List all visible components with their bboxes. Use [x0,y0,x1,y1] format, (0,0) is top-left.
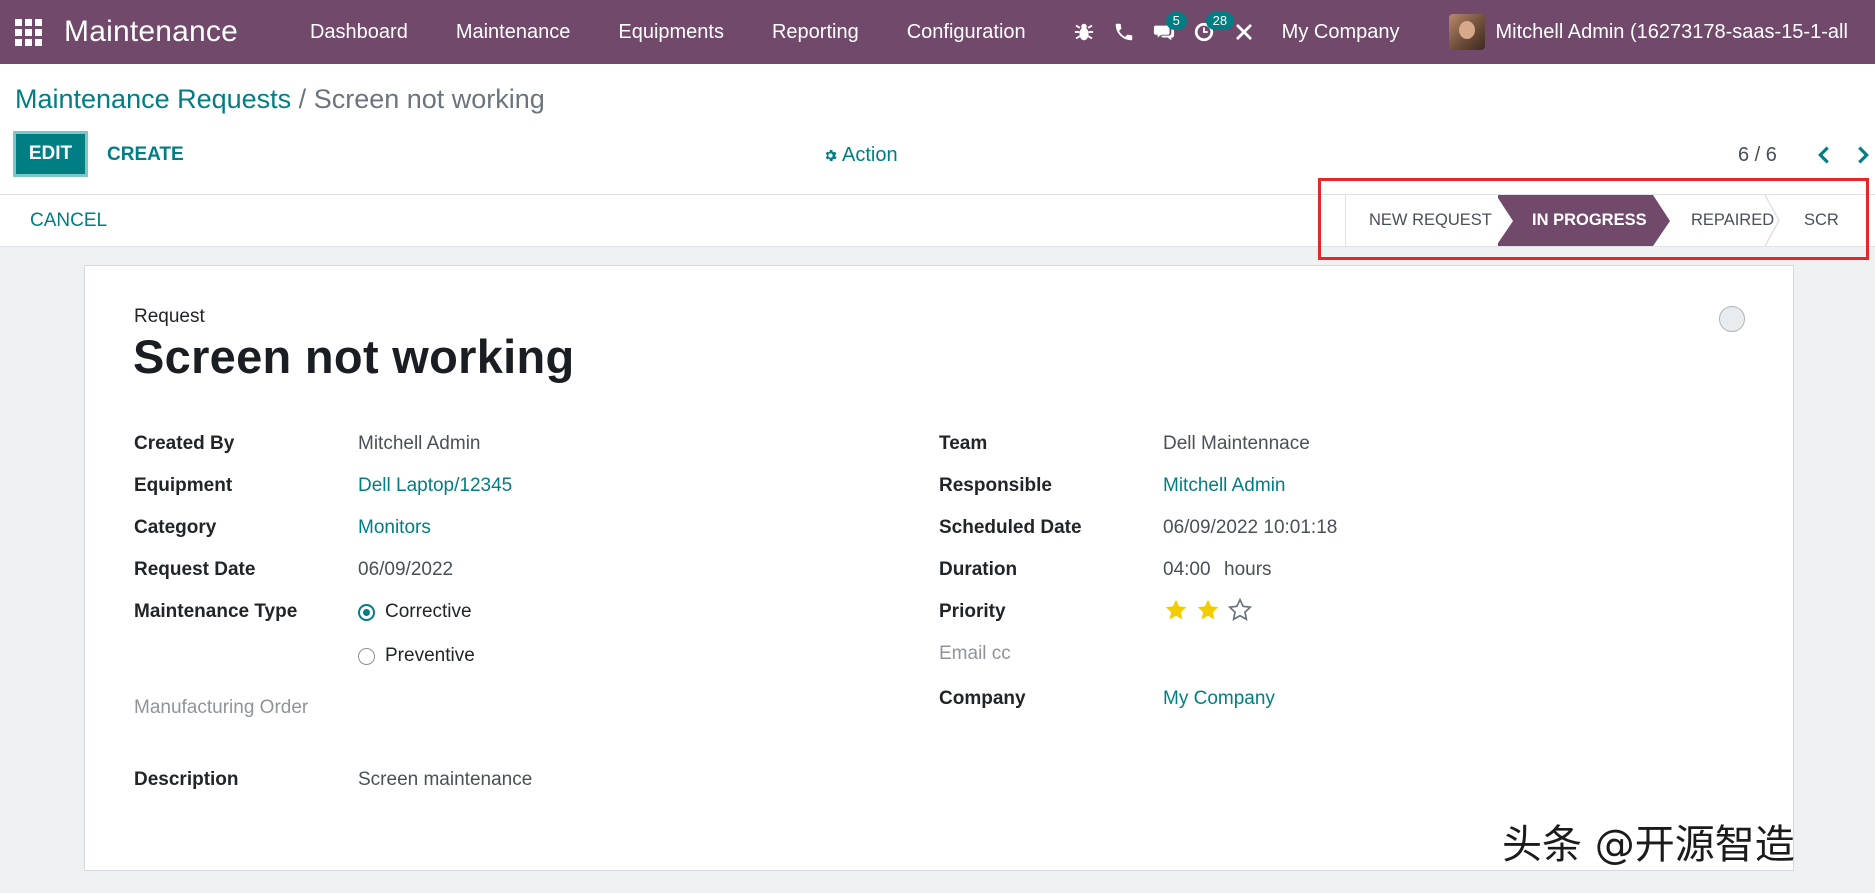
tools-icon[interactable] [1224,0,1264,64]
systray: 5 28 [1064,0,1264,64]
team-value: Dell Maintennace [1163,433,1310,454]
company-switcher[interactable]: My Company [1282,21,1400,44]
duration-value: 04:00 [1163,559,1211,580]
request-date-label: Request Date [134,559,256,580]
company-link[interactable]: My Company [1163,688,1275,710]
gear-icon [825,150,837,161]
request-label: Request [134,306,205,327]
company-label: Company [939,688,1026,709]
pager-value[interactable]: 6 / 6 [1738,144,1777,167]
control-panel: Maintenance Requests / Screen not workin… [0,64,1875,194]
pager-next-icon[interactable] [1852,144,1874,166]
bug-icon[interactable] [1064,0,1104,64]
email-cc-label: Email cc [939,643,1011,664]
action-label: Action [842,144,898,166]
responsible-label: Responsible [939,475,1052,496]
star-empty-icon[interactable] [1227,597,1253,623]
radio-label: Preventive [385,645,475,666]
breadcrumb-parent-link[interactable]: Maintenance Requests [15,84,291,114]
user-menu[interactable]: Mitchell Admin (16273178-saas-15-1-all [1449,14,1848,50]
created-by-value: Mitchell Admin [358,433,481,454]
menu-dashboard[interactable]: Dashboard [286,0,432,64]
breadcrumb-current: Screen not working [313,84,545,114]
scheduled-date-label: Scheduled Date [939,517,1082,538]
manufacturing-order-label: Manufacturing Order [134,697,309,718]
created-by-label: Created By [134,433,235,454]
team-label: Team [939,433,988,454]
responsible-link[interactable]: Mitchell Admin [1163,475,1286,497]
menu-maintenance[interactable]: Maintenance [432,0,595,64]
menu-configuration[interactable]: Configuration [883,0,1050,64]
kanban-state-indicator[interactable] [1719,306,1745,332]
watermark: 头条 @开源智造 [1502,822,1795,868]
maintenance-type-label: Maintenance Type [134,601,298,622]
chat-icon[interactable]: 5 [1144,0,1187,64]
create-button[interactable]: CREATE [107,144,184,166]
category-link[interactable]: Monitors [358,517,431,539]
duration-unit: hours [1224,559,1272,580]
star-filled-icon[interactable] [1163,597,1189,623]
description-value[interactable]: Screen maintenance [358,769,532,791]
request-title: Screen not working [133,330,575,383]
description-label: Description [134,769,239,790]
form-sheet: Request Screen not working Created By Mi… [84,265,1794,871]
star-filled-icon[interactable] [1195,597,1221,623]
radio-label: Corrective [385,601,472,622]
equipment-label: Equipment [134,475,233,496]
stage-highlight-box [1318,178,1869,260]
breadcrumb: Maintenance Requests / Screen not workin… [15,84,545,115]
action-dropdown[interactable]: Action [823,144,898,167]
top-navbar: Maintenance Dashboard Maintenance Equipm… [0,0,1875,64]
apps-menu-icon[interactable] [14,18,42,46]
menu-reporting[interactable]: Reporting [748,0,883,64]
radio-corrective[interactable]: Corrective [358,601,472,623]
breadcrumb-separator: / [291,84,314,114]
radio-preventive[interactable]: Preventive [358,645,475,667]
user-name: Mitchell Admin (16273178-saas-15-1-all [1495,20,1848,43]
pager-previous-icon[interactable] [1813,144,1835,166]
menu-equipments[interactable]: Equipments [594,0,748,64]
duration-label: Duration [939,559,1018,580]
cancel-button[interactable]: CANCEL [30,210,107,232]
priority-stars [1163,597,1259,623]
request-date-value: 06/09/2022 [358,559,454,580]
scheduled-date-value: 06/09/2022 10:01:18 [1163,517,1338,538]
phone-icon[interactable] [1104,0,1144,64]
radio-checked-icon [358,603,375,621]
activity-clock-icon[interactable]: 28 [1184,0,1235,64]
category-label: Category [134,517,217,538]
avatar [1449,14,1486,50]
priority-label: Priority [939,601,1006,622]
app-brand[interactable]: Maintenance [64,15,238,49]
radio-unchecked-icon [358,647,375,665]
equipment-link[interactable]: Dell Laptop/12345 [358,475,512,497]
edit-button[interactable]: EDIT [13,131,88,177]
